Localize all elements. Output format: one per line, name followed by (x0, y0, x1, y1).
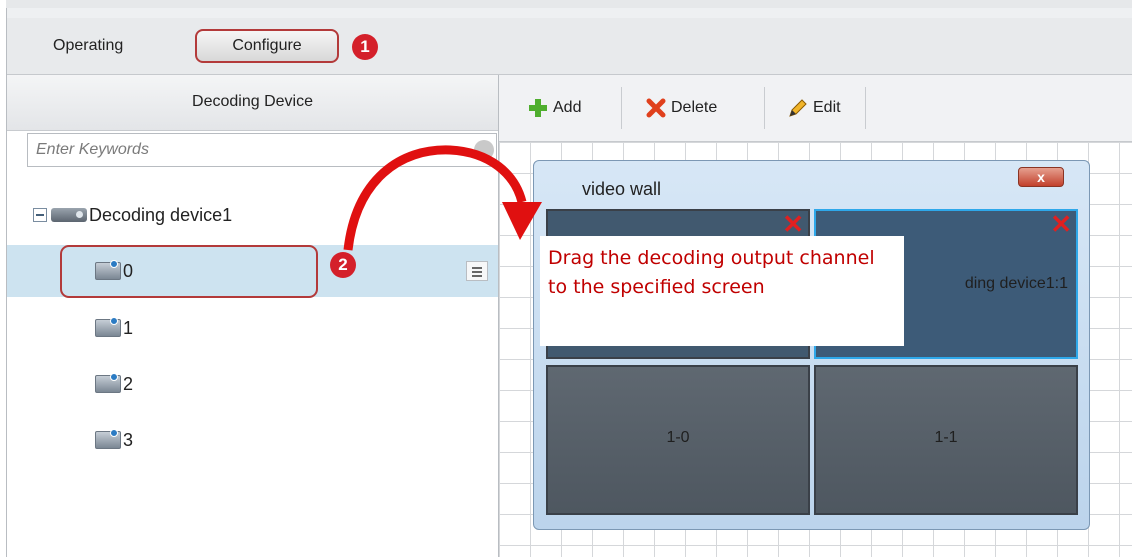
channel-label: 3 (123, 429, 134, 450)
panel-title: Decoding Device (7, 75, 498, 131)
app-window: Operating Configure 1 Decoding Device De… (0, 0, 1132, 557)
add-button[interactable]: Add (527, 95, 581, 121)
close-button[interactable]: x (1018, 167, 1064, 187)
toolbar-separator (621, 87, 622, 129)
delete-label: Delete (671, 99, 718, 116)
edit-button[interactable]: Edit (787, 95, 841, 121)
output-channel-icon (95, 373, 121, 393)
delete-x-icon (646, 98, 666, 118)
output-channel-icon (95, 317, 121, 337)
drag-arrow-icon (343, 145, 542, 251)
channel-label: 1 (123, 317, 134, 338)
channel-label: 2 (123, 373, 134, 394)
pencil-icon (789, 99, 807, 117)
tree-item-channel-2[interactable]: 2 (7, 358, 498, 410)
toolbar: Add Delete Edit (499, 75, 1132, 142)
tree-item-channel-1[interactable]: 1 (7, 302, 498, 354)
screen-label: 1-0 (666, 429, 690, 446)
toolbar-separator (764, 87, 765, 129)
screen-label: 1-1 (934, 429, 958, 446)
tab-configure[interactable]: Configure (195, 29, 339, 63)
tree-node-decoding-device1[interactable]: Decoding device1 (33, 203, 232, 227)
highlight-box (60, 245, 318, 298)
decoder-device-icon (51, 208, 87, 222)
tree-item-channel-3[interactable]: 3 (7, 414, 498, 466)
tab-bar: Operating Configure (7, 18, 1132, 75)
tree-node-label: Decoding device1 (89, 204, 233, 225)
toolbar-separator (865, 87, 866, 129)
instruction-callout: Drag the decoding output channel to the … (540, 236, 904, 346)
edit-label: Edit (813, 99, 841, 116)
screen-3[interactable]: 1-1 (814, 365, 1078, 515)
remove-x-icon[interactable]: ✕ (782, 211, 804, 237)
add-label: Add (553, 99, 582, 116)
list-menu-icon[interactable] (466, 261, 488, 281)
delete-button[interactable]: Delete (645, 95, 717, 121)
plus-icon (529, 99, 547, 117)
step-badge-1: 1 (352, 34, 378, 60)
video-wall-title: video wall (582, 179, 662, 199)
collapse-icon[interactable] (33, 208, 47, 222)
output-channel-icon (95, 429, 121, 449)
screen-2[interactable]: 1-0 (546, 365, 810, 515)
tab-operating[interactable]: Operating (53, 32, 123, 60)
remove-x-icon[interactable]: ✕ (1050, 211, 1072, 237)
